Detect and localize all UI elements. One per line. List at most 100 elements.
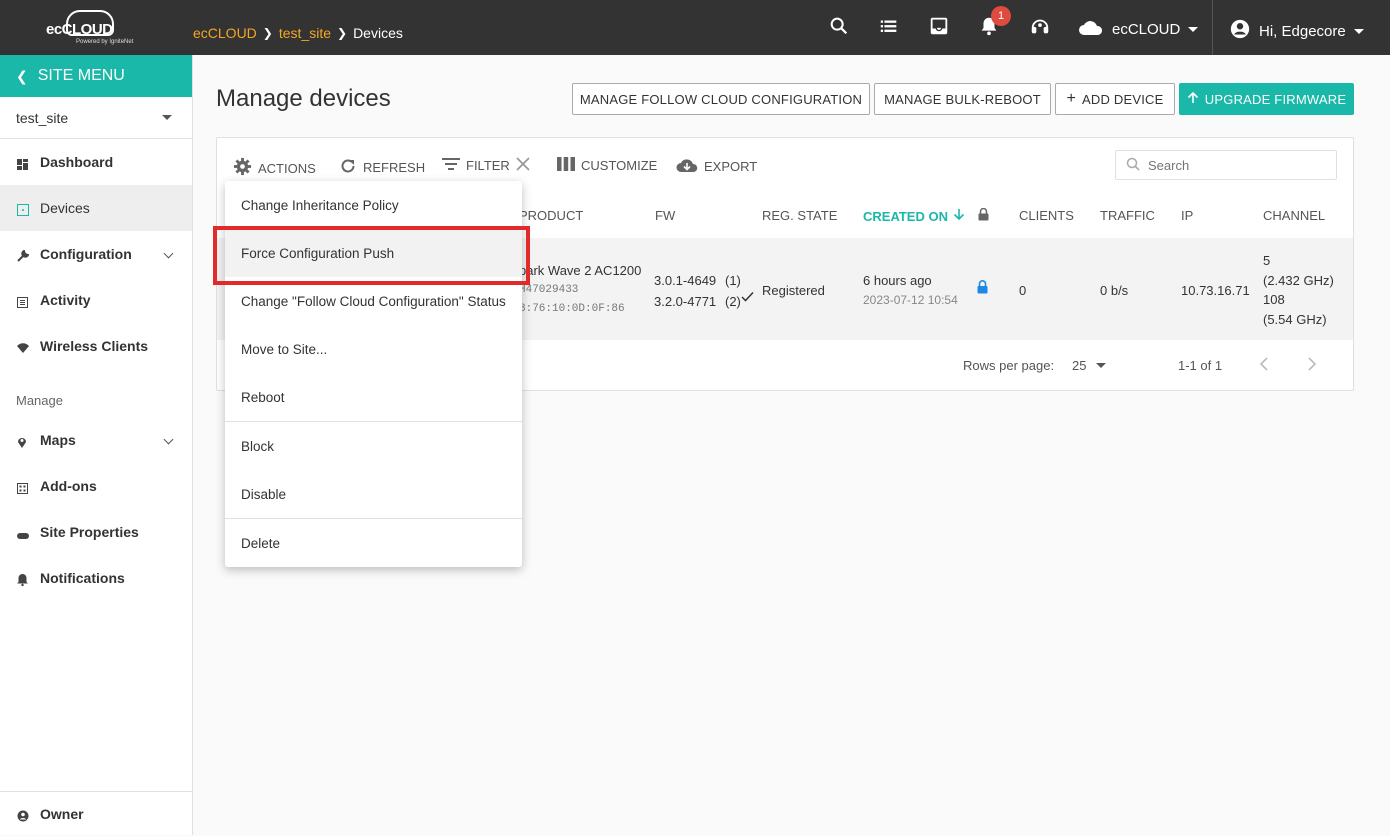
- menu-item-block[interactable]: Block: [225, 422, 522, 470]
- menu-item-change-inheritance-policy[interactable]: Change Inheritance Policy: [225, 181, 522, 229]
- menu-item-reboot[interactable]: Reboot: [225, 373, 522, 421]
- highlight-annotation-box: [213, 226, 530, 285]
- rows-per-page-value: 25: [1072, 358, 1087, 373]
- user-label: Hi, Edgecore: [1259, 22, 1346, 40]
- columns-icon: [557, 157, 575, 174]
- plus-icon: +: [1066, 90, 1077, 107]
- column-header-clients[interactable]: CLIENTS: [1019, 208, 1074, 223]
- sidebar-item-dashboard[interactable]: Dashboard: [0, 139, 192, 185]
- rows-per-page-select[interactable]: 25: [1072, 358, 1107, 373]
- notification-badge: 1: [991, 6, 1011, 26]
- menu-item-move-to-site[interactable]: Move to Site...: [225, 325, 522, 373]
- menu-item-delete[interactable]: Delete: [225, 519, 522, 567]
- column-header-fw[interactable]: FW: [655, 208, 675, 223]
- breadcrumb-current: Devices: [353, 25, 403, 41]
- column-header-reg-state[interactable]: REG. STATE: [762, 208, 837, 223]
- list-icon[interactable]: [878, 15, 902, 39]
- breadcrumb-org[interactable]: ecCLOUD: [193, 25, 257, 41]
- customize-label: CUSTOMIZE: [581, 158, 658, 173]
- export-label: EXPORT: [704, 159, 758, 174]
- add-device-button[interactable]: + ADD DEVICE: [1055, 83, 1175, 115]
- section-label-manage: Manage: [16, 393, 63, 408]
- chevron-down-icon: [1096, 363, 1107, 368]
- menu-item-disable[interactable]: Disable: [225, 470, 522, 518]
- column-header-product[interactable]: PRODUCT: [519, 208, 583, 223]
- customize-button[interactable]: CUSTOMIZE: [557, 157, 657, 174]
- device-icon: [17, 203, 29, 216]
- filter-button[interactable]: FILTER: [442, 157, 530, 174]
- search-box[interactable]: [1115, 150, 1337, 180]
- actions-label: ACTIONS: [258, 160, 316, 176]
- breadcrumb-site[interactable]: test_site: [279, 25, 331, 41]
- column-header-created-on[interactable]: CREATED ON: [863, 207, 989, 224]
- column-header-channel[interactable]: CHANNEL: [1263, 208, 1325, 223]
- refresh-button[interactable]: REFRESH: [339, 157, 425, 178]
- sidebar-footer: Owner: [0, 791, 192, 835]
- account-icon: [17, 809, 29, 821]
- sidebar-item-site-properties[interactable]: Site Properties: [0, 509, 192, 555]
- addons-icon: [17, 481, 28, 494]
- export-button[interactable]: EXPORT: [676, 157, 757, 176]
- ip-address: 10.73.16.71: [1181, 283, 1250, 298]
- breadcrumb-separator-icon: ❯: [262, 26, 273, 40]
- support-icon[interactable]: [1028, 15, 1052, 39]
- rows-per-page-label: Rows per page:: [963, 358, 1055, 373]
- chevron-down-icon: [1188, 26, 1199, 32]
- site-menu-header[interactable]: ❮ SITE MENU: [0, 55, 192, 97]
- clear-filter-icon[interactable]: [516, 157, 530, 174]
- clients-count: 0: [1019, 283, 1027, 298]
- product-name: park Wave 2 AC1200: [519, 263, 642, 278]
- search-input[interactable]: [1148, 157, 1318, 173]
- sidebar-item-configuration[interactable]: Configuration: [0, 231, 192, 277]
- sidebar-item-devices[interactable]: Devices: [0, 185, 192, 231]
- column-header-ip[interactable]: IP: [1181, 208, 1193, 223]
- created-relative: 6 hours ago: [863, 273, 932, 288]
- account-icon: [1229, 18, 1251, 44]
- sidebar-item-label: Maps: [40, 432, 76, 448]
- button-label: MANAGE BULK-REBOOT: [884, 91, 1041, 107]
- sidebar-item-maps[interactable]: Maps: [0, 417, 192, 463]
- button-label: ADD DEVICE: [1082, 91, 1164, 107]
- sidebar-item-owner[interactable]: Owner: [0, 792, 192, 836]
- sidebar-item-label: Notifications: [40, 570, 125, 586]
- sidebar-item-label: Wireless Clients: [40, 338, 149, 354]
- manage-bulk-reboot-button[interactable]: MANAGE BULK-REBOOT: [874, 83, 1051, 115]
- cloud-icon: [1078, 18, 1104, 40]
- user-menu[interactable]: Hi, Edgecore: [1229, 18, 1364, 44]
- sidebar-item-addons[interactable]: Add-ons: [0, 463, 192, 509]
- wifi-icon: [17, 341, 29, 353]
- breadcrumb-separator-icon: ❯: [337, 26, 348, 40]
- sidebar-item-label: Activity: [40, 292, 91, 308]
- sidebar-item-label: Add-ons: [40, 478, 97, 494]
- ecCloud-logo[interactable]: ecCLOUD Powered by IgniteNet: [40, 8, 150, 48]
- search-icon[interactable]: [828, 15, 852, 39]
- upgrade-firmware-button[interactable]: UPGRADE FIRMWARE: [1179, 83, 1354, 115]
- traffic-value: 0 b/s: [1100, 283, 1129, 298]
- prev-page-icon[interactable]: [1259, 356, 1269, 375]
- manage-follow-cloud-button[interactable]: MANAGE FOLLOW CLOUD CONFIGURATION: [572, 83, 870, 115]
- button-label: UPGRADE FIRMWARE: [1204, 91, 1347, 107]
- wrench-icon: [17, 249, 30, 262]
- check-icon: [741, 290, 754, 305]
- fw-version-2: 3.2.0-4771: [654, 294, 717, 309]
- top-bar: ecCLOUD Powered by IgniteNet ecCLOUD ❯ t…: [0, 0, 1390, 55]
- site-selector[interactable]: test_site: [0, 97, 192, 139]
- filter-icon: [442, 157, 460, 174]
- sidebar-item-activity[interactable]: Activity: [0, 277, 192, 323]
- channel-2-freq: (5.54 GHz): [1263, 312, 1327, 327]
- inbox-icon[interactable]: [928, 15, 952, 39]
- column-header-traffic[interactable]: TRAFFIC: [1100, 208, 1155, 223]
- org-selector[interactable]: ecCLOUD: [1078, 18, 1199, 40]
- sidebar-item-label: Configuration: [40, 246, 132, 262]
- fw-slot-2: (2): [725, 294, 741, 309]
- sidebar-item-notifications[interactable]: Notifications: [0, 555, 192, 601]
- actions-button[interactable]: ACTIONS: [233, 157, 316, 179]
- search-icon: [1126, 157, 1140, 174]
- sidebar-item-label: Dashboard: [40, 154, 114, 170]
- site-name: test_site: [16, 109, 69, 126]
- topbar-divider: [1212, 0, 1213, 55]
- sidebar-item-wireless-clients[interactable]: Wireless Clients: [0, 323, 192, 369]
- next-page-icon[interactable]: [1307, 356, 1317, 375]
- sidebar-item-label: Owner: [40, 806, 84, 822]
- chevron-down-icon: [1353, 28, 1364, 34]
